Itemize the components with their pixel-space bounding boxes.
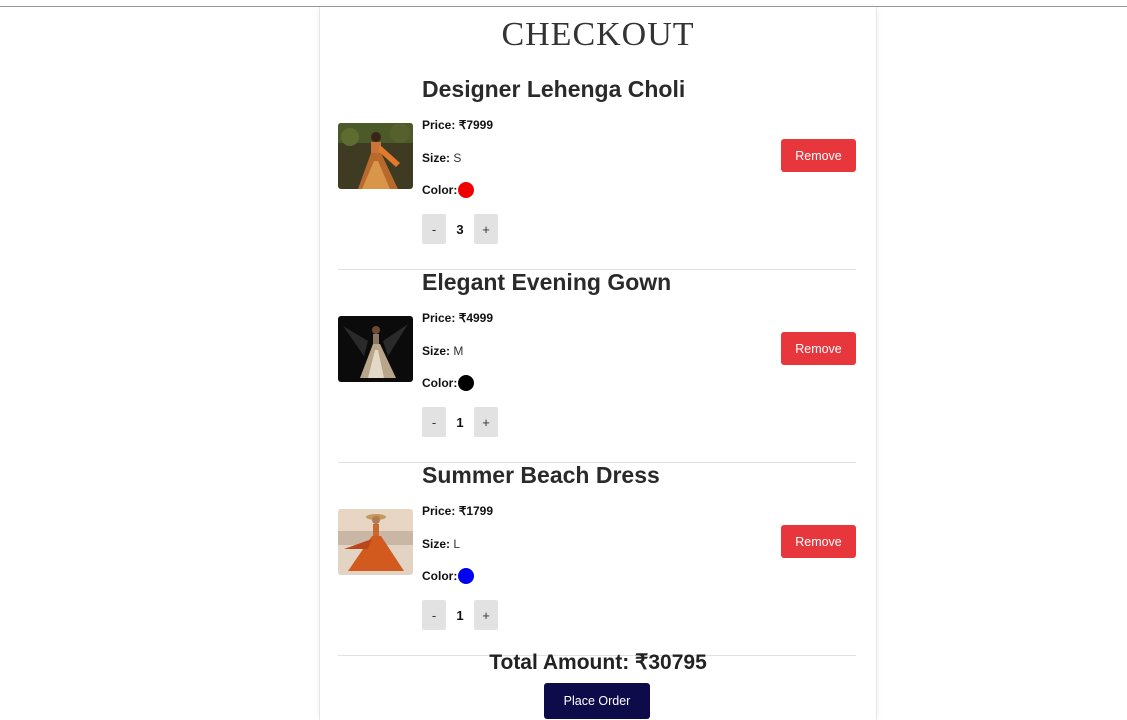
color-swatch [458, 182, 475, 198]
size-line: Size: S [422, 151, 461, 165]
total-amount: Total Amount: ₹30795 [489, 651, 707, 674]
product-name: Elegant Evening Gown [422, 269, 672, 295]
color-swatch [458, 568, 475, 584]
remove-button[interactable]: Remove [781, 139, 856, 172]
price-line: Price: ₹4999 [422, 311, 493, 325]
quantity-value: 1 [456, 414, 464, 430]
color-label: Color: [422, 376, 458, 391]
price-line: Price: ₹1799 [422, 504, 493, 518]
page-title: CHECKOUT [501, 16, 695, 53]
place-order-button[interactable]: Place Order [544, 683, 650, 719]
quantity-stepper: - 3 + [422, 214, 498, 244]
increase-quantity-button[interactable]: + [474, 214, 498, 244]
product-image-evening-gown[interactable] [338, 316, 413, 382]
color-line: Color: [422, 375, 475, 392]
quantity-value: 3 [456, 221, 464, 237]
increase-quantity-button[interactable]: + [474, 407, 498, 437]
cart-item-3: Summer Beach Dress Price: ₹1799 Size: L … [338, 462, 856, 656]
color-label: Color: [422, 569, 458, 584]
product-name: Summer Beach Dress [422, 462, 660, 488]
size-label: Size: [422, 537, 451, 551]
size-label: Size: [422, 151, 451, 165]
decrease-quantity-button[interactable]: - [422, 214, 446, 244]
remove-button[interactable]: Remove [781, 525, 856, 558]
increase-quantity-button[interactable]: + [474, 600, 498, 630]
size-value: L [453, 537, 461, 551]
quantity-value: 1 [456, 607, 464, 623]
price-value: ₹1799 [458, 504, 494, 518]
size-line: Size: L [422, 537, 460, 551]
size-value: M [453, 344, 464, 358]
size-line: Size: M [422, 344, 463, 358]
color-swatch [458, 375, 475, 391]
color-line: Color: [422, 182, 475, 199]
price-value: ₹7999 [458, 118, 494, 132]
product-image-lehenga[interactable] [338, 123, 413, 189]
size-label: Size: [422, 344, 451, 358]
price-label: Price: [422, 118, 456, 132]
price-value: ₹4999 [458, 311, 494, 325]
decrease-quantity-button[interactable]: - [422, 600, 446, 630]
quantity-stepper: - 1 + [422, 600, 498, 630]
quantity-stepper: - 1 + [422, 407, 498, 437]
price-line: Price: ₹7999 [422, 118, 493, 132]
price-label: Price: [422, 504, 456, 518]
size-value: S [453, 151, 462, 165]
remove-button[interactable]: Remove [781, 332, 856, 365]
color-line: Color: [422, 568, 475, 585]
cart-item-1: Designer Lehenga Choli Price: ₹7999 Size… [338, 76, 856, 270]
product-name: Designer Lehenga Choli [422, 76, 686, 102]
checkout-panel: CHECKOUT Designer Lehenga Choli Price: ₹… [319, 7, 877, 720]
color-label: Color: [422, 183, 458, 198]
decrease-quantity-button[interactable]: - [422, 407, 446, 437]
cart-item-2: Elegant Evening Gown Price: ₹4999 Size: … [338, 269, 856, 463]
product-image-beach-dress[interactable] [338, 509, 413, 575]
price-label: Price: [422, 311, 456, 325]
